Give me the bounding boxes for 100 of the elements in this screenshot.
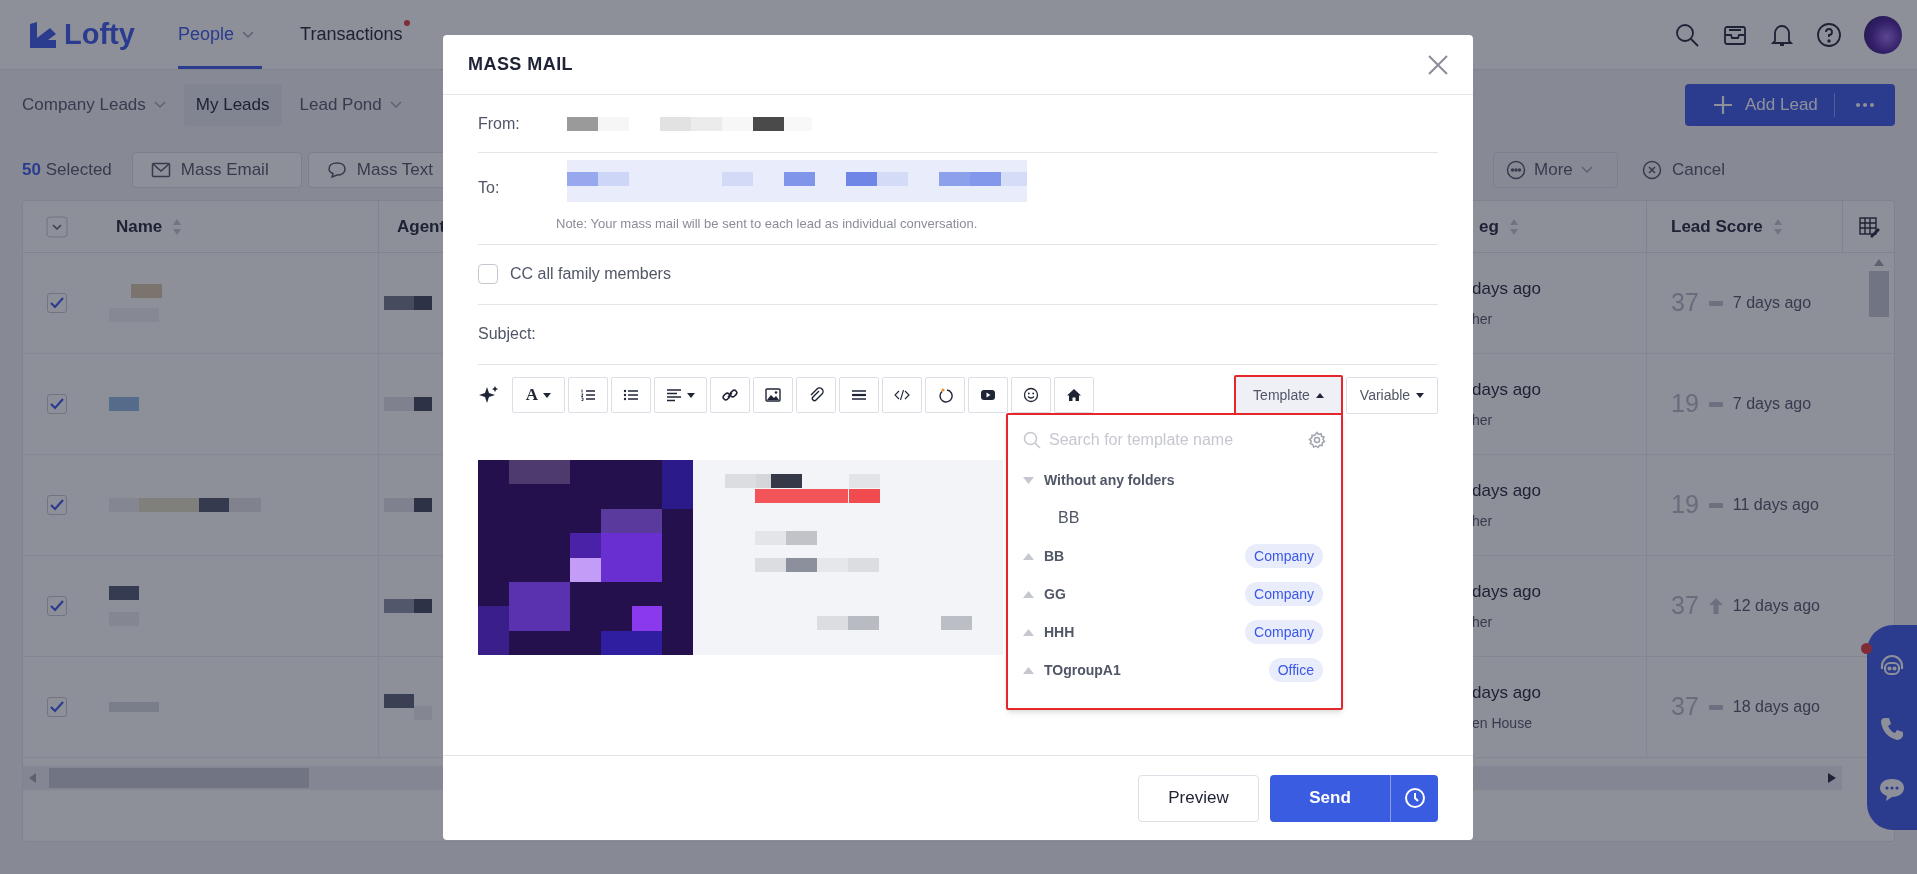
folder-item[interactable]: HHH Company <box>1008 613 1341 651</box>
toolbar-button[interactable] <box>839 377 879 413</box>
checkbox[interactable] <box>47 495 67 515</box>
table-cell-text: days ago <box>1472 580 1542 603</box>
send-button[interactable]: Send <box>1270 774 1390 822</box>
column-header[interactable]: Name <box>116 213 163 240</box>
scroll-left-icon[interactable] <box>29 773 37 783</box>
cancel-icon <box>1642 160 1663 180</box>
more-options-icon[interactable] <box>1855 102 1875 108</box>
toolbar-button[interactable] <box>654 377 707 413</box>
chevron-down-icon <box>1580 166 1593 174</box>
cancel-button[interactable]: Cancel <box>1642 152 1725 188</box>
from-label: From: <box>478 113 521 134</box>
up-arrow-icon <box>1708 598 1723 614</box>
column-header[interactable]: Lead Score <box>1671 213 1763 240</box>
toolbar-button[interactable] <box>796 377 836 413</box>
checkbox[interactable] <box>47 596 67 616</box>
blurred-text <box>384 397 432 411</box>
check-icon <box>50 701 64 713</box>
toolbar-button[interactable] <box>753 377 793 413</box>
toolbar-button[interactable] <box>1054 377 1094 413</box>
variable-button[interactable]: Variable <box>1346 376 1438 414</box>
add-lead-label: Add Lead <box>1745 94 1818 117</box>
align-left-icon <box>666 387 682 403</box>
toolbar-button[interactable] <box>968 377 1008 413</box>
folder-item[interactable]: GG Company <box>1008 575 1341 613</box>
table-cell-text: en House <box>1472 714 1533 734</box>
envelope-icon <box>150 160 171 180</box>
toolbar-button[interactable] <box>710 377 750 413</box>
scroll-up-icon[interactable] <box>1874 259 1884 267</box>
checkbox[interactable] <box>47 293 67 313</box>
search-field[interactable]: Search for template name <box>1049 428 1289 452</box>
check-icon <box>50 600 64 612</box>
checkbox-label[interactable]: CC all family members <box>510 262 671 286</box>
home-icon <box>1066 387 1082 403</box>
more-button[interactable]: More <box>1493 152 1619 188</box>
phone-icon[interactable] <box>1879 715 1905 742</box>
table-cell-text: 7 days ago <box>1732 394 1812 414</box>
caret-up-icon <box>1023 628 1034 636</box>
more-icon <box>1506 160 1527 180</box>
checkbox[interactable] <box>478 264 498 284</box>
spinner-icon <box>937 387 953 403</box>
subnav-tab[interactable]: Lead Pond <box>299 84 402 126</box>
link-icon <box>722 387 738 403</box>
subject-label: Subject: <box>478 324 537 344</box>
caret-up-icon <box>1023 552 1034 560</box>
font-button[interactable]: A <box>512 377 565 413</box>
ordered-list-icon <box>580 387 596 403</box>
note-text: Note: Your mass mail will be sent to each lead as individual conversation. <box>556 215 979 233</box>
checkbox[interactable] <box>47 697 67 717</box>
folder-item[interactable]: BB Company <box>1008 537 1341 575</box>
column-header[interactable]: eg <box>1479 213 1499 240</box>
select-menu-button[interactable] <box>46 215 68 238</box>
toolbar-button[interactable] <box>611 377 651 413</box>
nav-tab[interactable]: People <box>178 0 263 69</box>
settings-icon[interactable] <box>1308 431 1326 449</box>
nav-tab[interactable]: Transactions <box>300 0 411 69</box>
clock-icon <box>1403 787 1426 809</box>
check-icon <box>50 398 64 410</box>
search-icon[interactable] <box>1674 21 1700 48</box>
blurred-text <box>109 284 162 322</box>
scroll-right-icon[interactable] <box>1828 773 1836 783</box>
image-icon <box>765 387 781 403</box>
blurred-text <box>384 694 432 720</box>
toolbar-button[interactable] <box>568 377 608 413</box>
bulleted-list-icon <box>623 387 639 403</box>
close-icon[interactable] <box>1428 54 1448 75</box>
selected-count: 50 Selected <box>22 159 112 182</box>
blurred-text <box>109 586 139 626</box>
paperclip-icon <box>808 387 824 403</box>
scrollbar-thumb[interactable] <box>1869 271 1889 317</box>
video-icon <box>980 387 996 403</box>
blurred-text <box>384 599 432 613</box>
help-icon[interactable] <box>1816 21 1842 48</box>
folder-item[interactable]: Without any folders <box>1008 461 1341 499</box>
column-header[interactable]: Agent <box>397 216 446 236</box>
check-icon <box>50 297 64 309</box>
preview-button[interactable]: Preview <box>1138 774 1259 822</box>
add-lead-button[interactable]: Add Lead <box>1685 84 1895 126</box>
recipients-field[interactable] <box>567 160 1027 202</box>
caret-down-icon <box>1023 476 1034 484</box>
chat-icon[interactable] <box>1878 776 1906 803</box>
folder-item[interactable]: TOgroupA1 Office <box>1008 651 1341 689</box>
table-settings-icon[interactable] <box>1857 215 1880 238</box>
toolbar-button[interactable] <box>925 377 965 413</box>
horizontal-rule-icon <box>851 387 867 403</box>
plus-icon <box>1713 95 1733 115</box>
subnav-tab[interactable]: Company Leads <box>22 84 166 126</box>
avatar[interactable] <box>1864 15 1902 54</box>
table-cell-text: 7 days ago <box>1732 293 1812 313</box>
template-item[interactable]: BB <box>1008 499 1341 537</box>
subnav-tab[interactable]: My Leads <box>183 84 282 126</box>
template-button[interactable]: Template <box>1234 374 1343 416</box>
check-icon <box>50 499 64 511</box>
caret-icon <box>687 392 695 398</box>
toolbar-button[interactable] <box>1011 377 1051 413</box>
bulk-action-button[interactable]: Mass Email <box>131 152 302 188</box>
checkbox[interactable] <box>47 394 67 414</box>
schedule-button[interactable] <box>1390 774 1438 822</box>
table-cell-text: days ago <box>1472 681 1542 704</box>
